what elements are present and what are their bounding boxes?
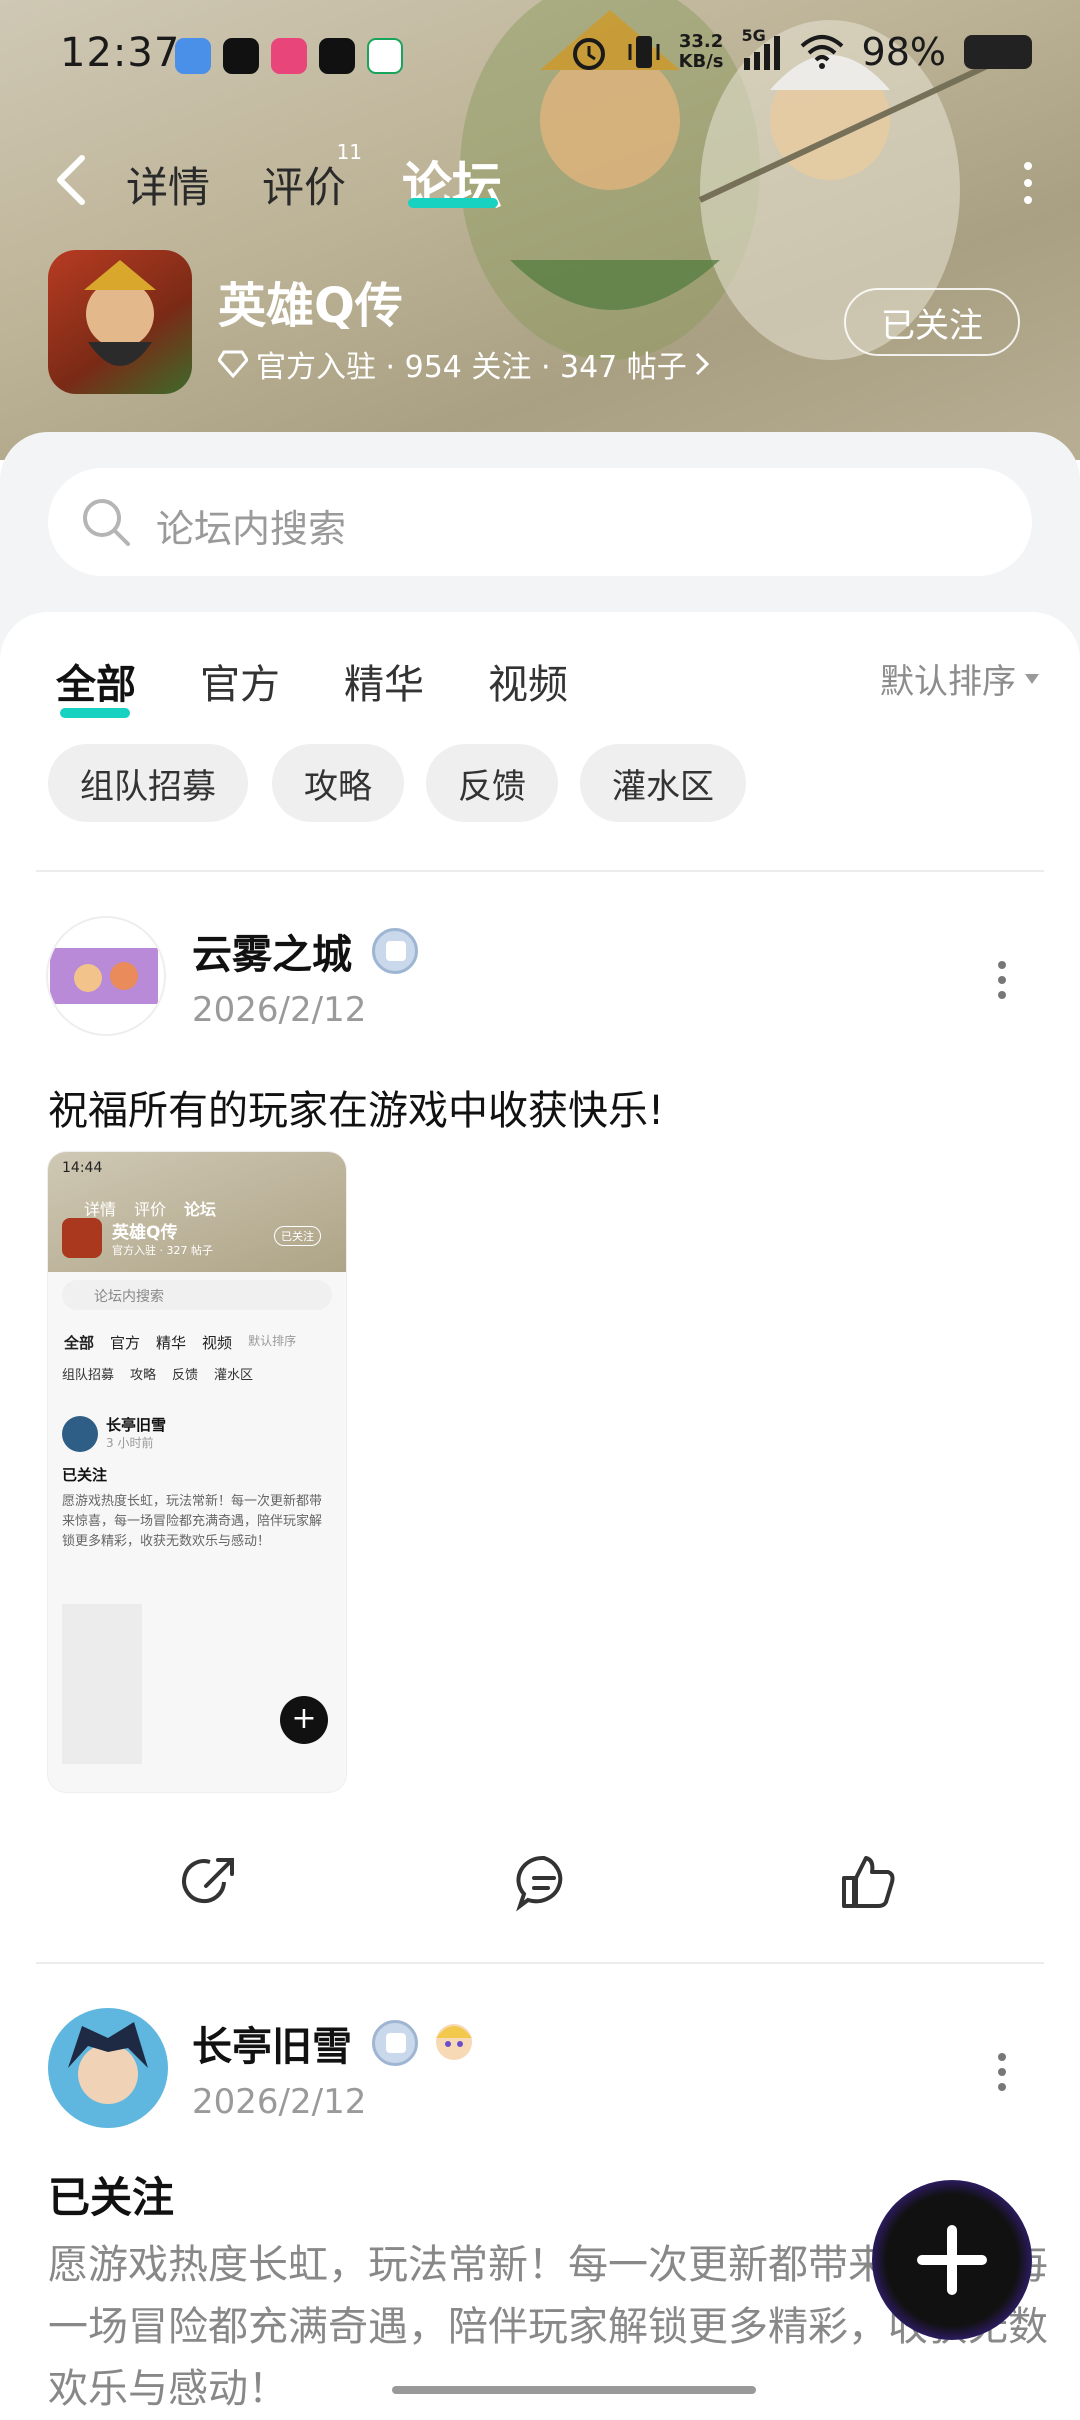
preview-app-icon bbox=[62, 1218, 102, 1258]
chip-feedback[interactable]: 反馈 bbox=[426, 744, 558, 822]
preview-filter: 精华 bbox=[156, 1334, 187, 1352]
more-options-icon[interactable] bbox=[1020, 160, 1036, 206]
network-speed: 33.2 KB/s bbox=[678, 31, 724, 72]
cell-signal-icon: 5G bbox=[742, 26, 782, 72]
preview-chip: 灌水区 bbox=[214, 1368, 254, 1383]
preview-post-time: 3 小时前 bbox=[106, 1436, 154, 1450]
vibrate-icon bbox=[628, 36, 660, 68]
preview-filter: 全部 bbox=[64, 1334, 95, 1352]
divider bbox=[36, 870, 1044, 872]
post-date: 2026/2/12 bbox=[192, 2082, 367, 2122]
home-indicator bbox=[392, 2386, 756, 2394]
preview-user: 长亭旧雪 bbox=[106, 1416, 167, 1434]
post-username[interactable]: 云雾之城 bbox=[192, 922, 352, 980]
preview-time: 14:44 bbox=[62, 1160, 103, 1176]
sort-label: 默认排序 bbox=[880, 662, 1016, 702]
post-image[interactable]: 14:44 详情 评价 论坛 英雄Q传 官方入驻 · 327 帖子 已关注 论坛… bbox=[48, 1152, 346, 1792]
level-badge-icon bbox=[372, 2020, 418, 2066]
sort-dropdown[interactable]: 默认排序 bbox=[880, 654, 1040, 703]
preview-app-meta: 官方入驻 · 327 帖子 bbox=[112, 1244, 213, 1257]
battery-icon bbox=[964, 35, 1032, 69]
tab-details[interactable]: 详情 bbox=[126, 154, 210, 215]
share-icon[interactable] bbox=[180, 1852, 240, 1912]
preview-search: 论坛内搜索 bbox=[94, 1289, 164, 1305]
preview-sort: 默认排序 bbox=[248, 1334, 297, 1348]
forum-panel: 论坛内搜索 全部 官方 精华 视频 默认排序 组队招募 攻略 反馈 灌水区 云雾… bbox=[0, 432, 1080, 2412]
terminal-app-icon bbox=[223, 38, 259, 74]
post-more-icon[interactable] bbox=[996, 960, 1008, 1000]
preview-post-title: 已关注 bbox=[62, 1466, 108, 1484]
tab-reviews[interactable]: 评价 11 bbox=[262, 140, 362, 215]
app-name: 英雄Q传 bbox=[218, 278, 403, 334]
wifi-icon bbox=[800, 35, 843, 69]
search-placeholder: 论坛内搜索 bbox=[156, 507, 347, 551]
notification-app-icon bbox=[175, 38, 211, 74]
search-input[interactable]: 论坛内搜索 bbox=[48, 468, 1032, 576]
anime-sticker-icon bbox=[436, 2024, 472, 2060]
tiktok-icon bbox=[319, 38, 355, 74]
preview-tab: 论坛 bbox=[184, 1200, 217, 1219]
carrier-app-icon bbox=[367, 38, 403, 74]
app-meta[interactable]: 官方入驻 · 954 关注 · 347 帖子 bbox=[218, 342, 709, 386]
preview-tab: 评价 bbox=[134, 1200, 167, 1219]
notification-icons bbox=[175, 38, 403, 74]
status-time: 12:37 bbox=[60, 30, 181, 76]
caret-down-icon bbox=[1025, 673, 1039, 684]
preview-app-name: 英雄Q传 bbox=[112, 1223, 178, 1243]
level-badge-icon bbox=[372, 928, 418, 974]
app-icon[interactable] bbox=[48, 250, 192, 394]
filter-tab-video[interactable]: 视频 bbox=[488, 652, 568, 710]
like-icon[interactable] bbox=[838, 1852, 898, 1912]
preview-chip: 组队招募 bbox=[62, 1368, 115, 1383]
preview-tab: 详情 bbox=[84, 1200, 117, 1219]
filter-tab-featured[interactable]: 精华 bbox=[344, 652, 424, 710]
post-more-icon[interactable] bbox=[996, 2052, 1008, 2092]
post-username[interactable]: 长亭旧雪 bbox=[192, 2014, 352, 2072]
alarm-icon bbox=[572, 38, 605, 70]
status-bar: 12:37 33.2 KB/s 5G 98% bbox=[0, 0, 1080, 110]
preview-chip: 攻略 bbox=[130, 1368, 157, 1383]
chip-guides[interactable]: 攻略 bbox=[272, 744, 404, 822]
plus-icon bbox=[917, 2225, 987, 2295]
comment-icon[interactable] bbox=[514, 1852, 574, 1912]
divider bbox=[36, 1962, 1044, 1964]
shopping-app-icon bbox=[271, 38, 307, 74]
reviews-count-badge: 11 bbox=[336, 140, 363, 164]
chevron-right-icon bbox=[695, 352, 709, 376]
filter-tab-official[interactable]: 官方 bbox=[200, 652, 280, 710]
preview-filter: 视频 bbox=[202, 1334, 233, 1352]
filter-active-indicator bbox=[60, 708, 130, 718]
tab-active-indicator bbox=[408, 198, 498, 208]
preview-chip: 反馈 bbox=[172, 1368, 199, 1383]
back-arrow-icon[interactable] bbox=[52, 154, 92, 206]
post-title[interactable]: 已关注 bbox=[48, 2164, 174, 2225]
chip-team-recruit[interactable]: 组队招募 bbox=[48, 744, 248, 822]
preview-avatar bbox=[62, 1416, 98, 1452]
battery-percent: 98% bbox=[861, 30, 946, 74]
follow-button[interactable]: 已关注 bbox=[844, 288, 1020, 356]
post-list: 全部 官方 精华 视频 默认排序 组队招募 攻略 反馈 灌水区 云雾之城 202… bbox=[0, 612, 1080, 2412]
app-meta-text: 官方入驻 · 954 关注 · 347 帖子 bbox=[256, 350, 687, 385]
top-nav: 详情 评价 11 论坛 bbox=[0, 140, 1080, 220]
search-icon bbox=[83, 499, 130, 546]
diamond-verified-icon bbox=[218, 350, 248, 378]
chip-chat[interactable]: 灌水区 bbox=[580, 744, 746, 822]
filter-tab-all[interactable]: 全部 bbox=[56, 652, 136, 710]
post-date: 2026/2/12 bbox=[192, 990, 367, 1030]
preview-filter: 官方 bbox=[110, 1334, 141, 1352]
create-post-button[interactable] bbox=[872, 2180, 1032, 2340]
post-content[interactable]: 祝福所有的玩家在游戏中收获快乐! bbox=[48, 1078, 664, 1136]
avatar[interactable] bbox=[48, 2008, 168, 2128]
preview-post-body: 愿游戏热度长虹，玩法常新！每一次更新都带来惊喜，每一场冒险都充满奇遇，陪伴玩家解… bbox=[62, 1494, 323, 1549]
status-right: 33.2 KB/s 5G 98% bbox=[569, 26, 1032, 74]
preview-add-icon: + bbox=[280, 1696, 328, 1744]
app-info: 英雄Q传 官方入驻 · 954 关注 · 347 帖子 已关注 bbox=[48, 250, 1032, 400]
avatar[interactable] bbox=[48, 918, 164, 1034]
preview-follow: 已关注 bbox=[274, 1226, 321, 1246]
